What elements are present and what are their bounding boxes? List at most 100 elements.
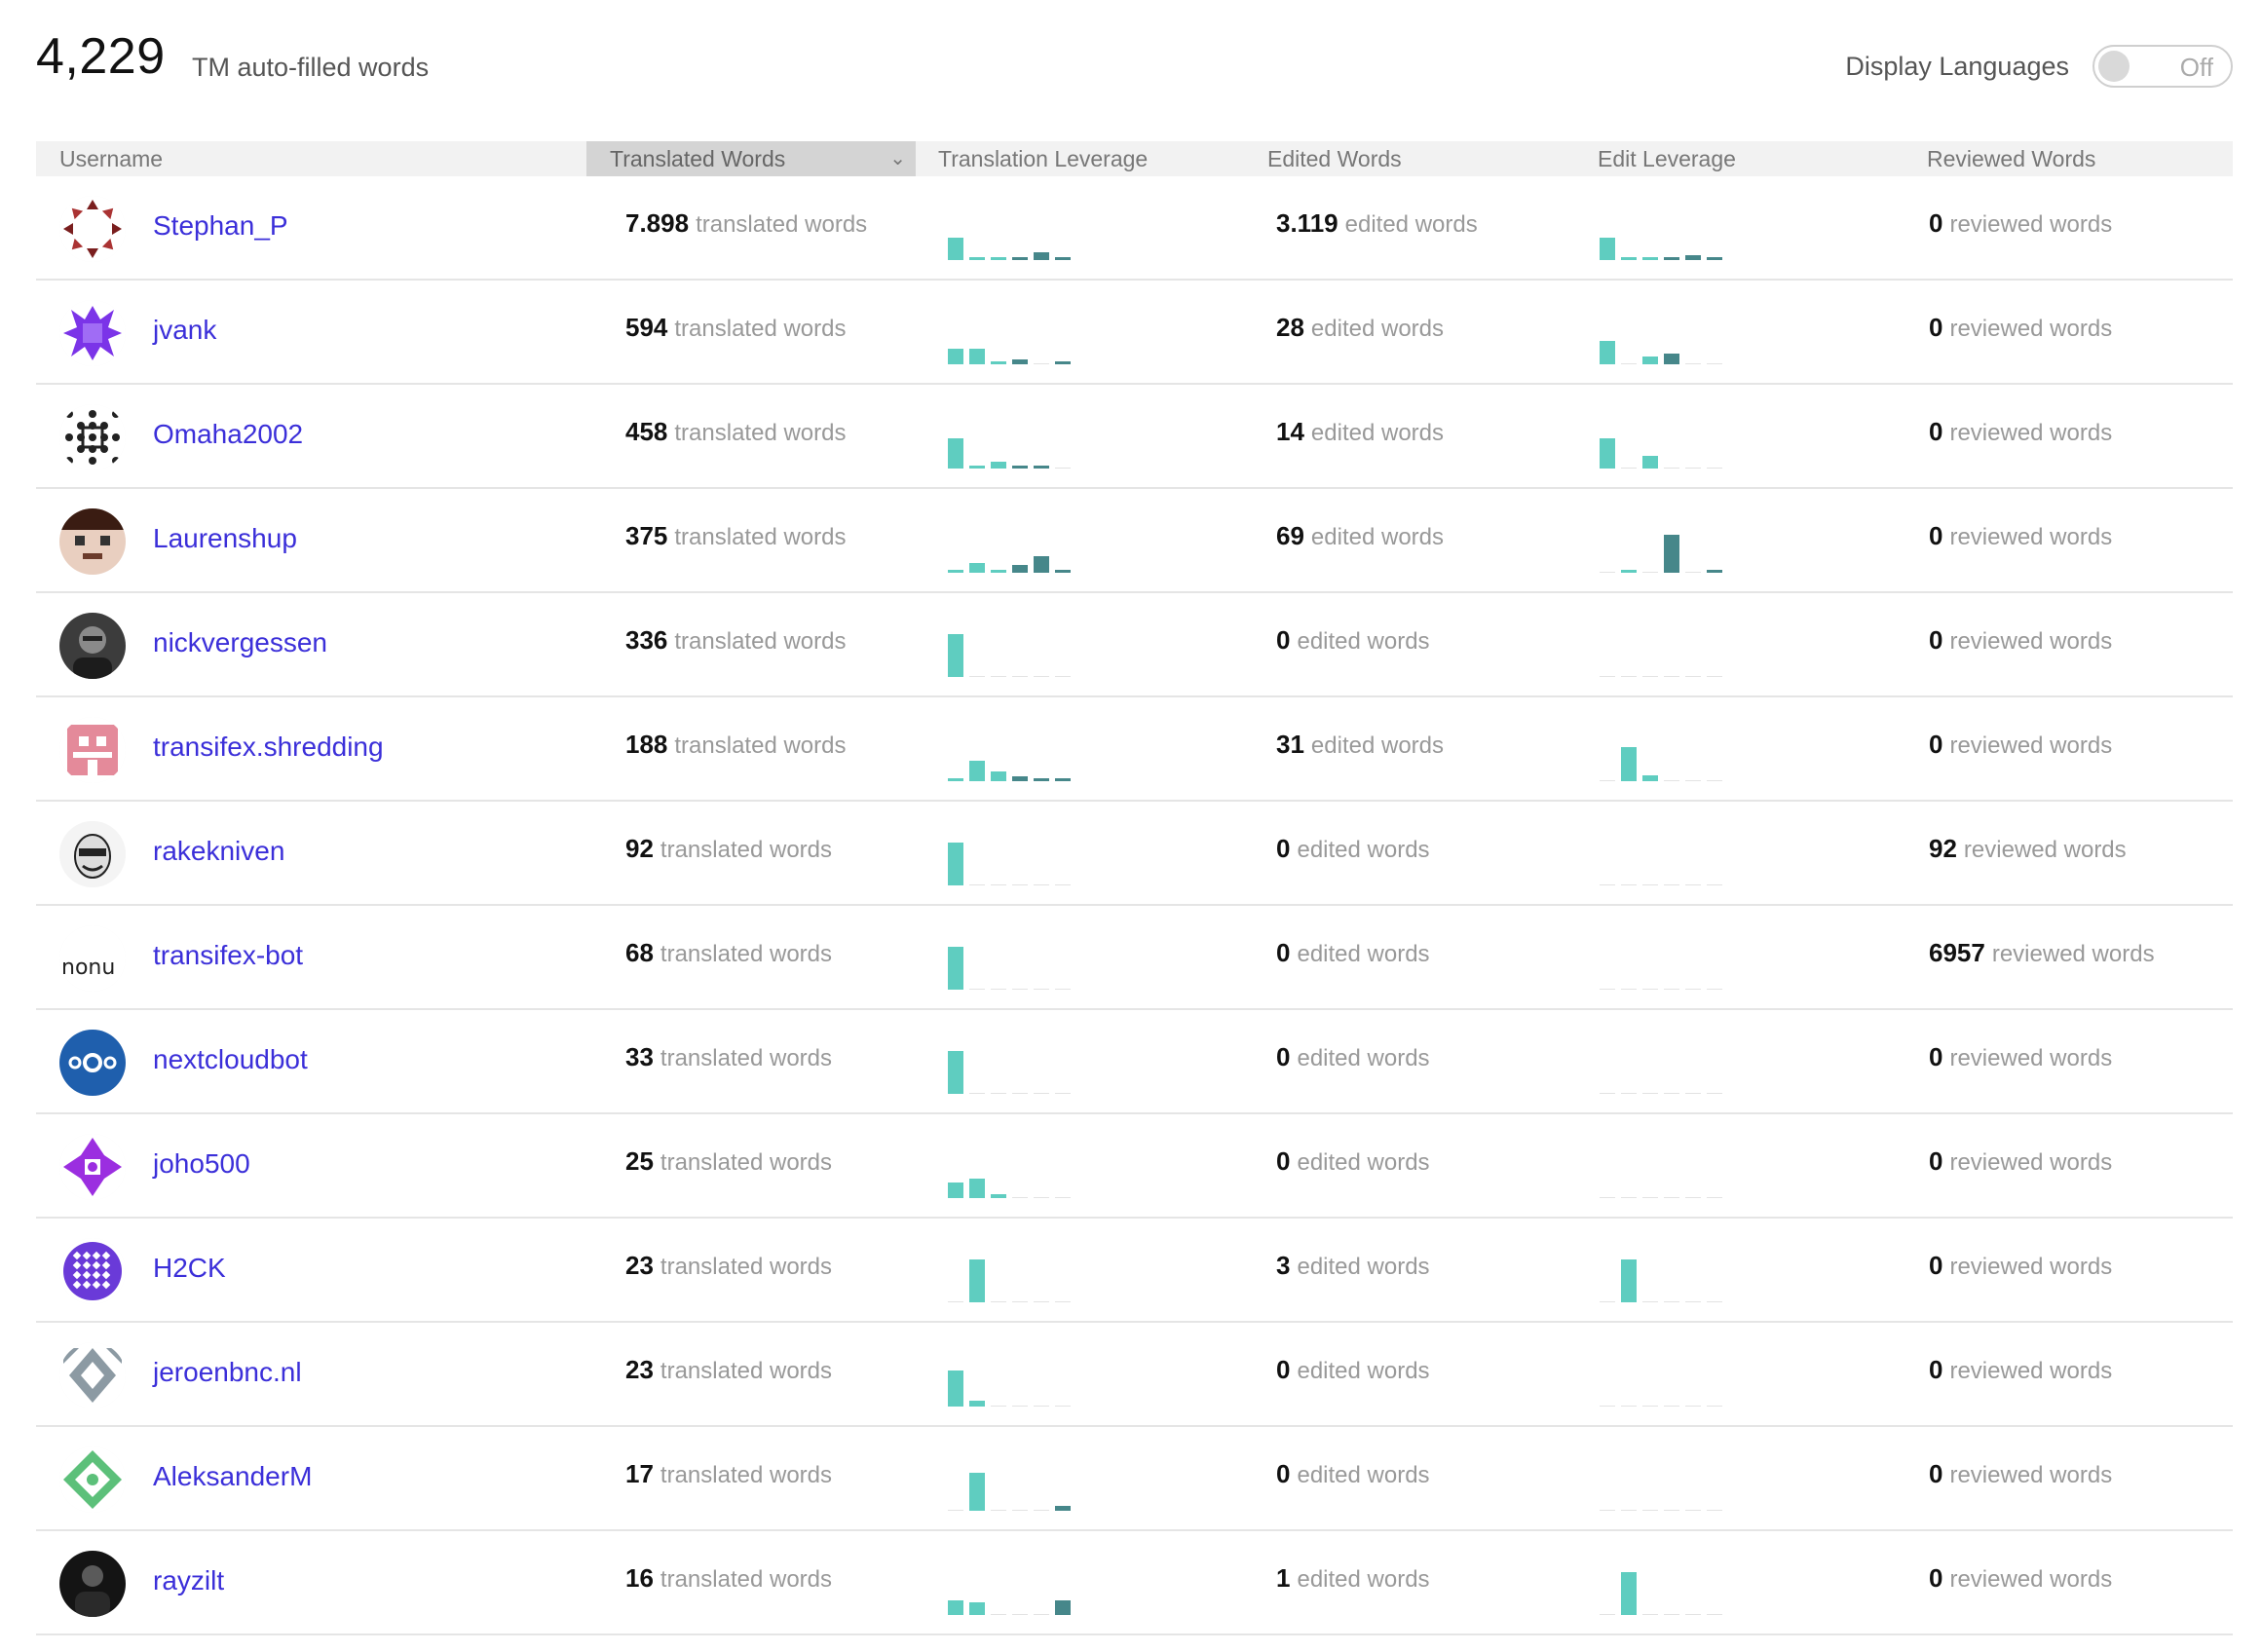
leverage-baseline <box>991 1614 1006 1615</box>
username-link[interactable]: jvank <box>153 315 216 346</box>
column-header-translation-leverage[interactable]: Translation Leverage <box>938 141 1148 176</box>
translated-unit: translated words <box>660 941 833 967</box>
avatar[interactable] <box>59 821 126 887</box>
reviewed-unit: reviewed words <box>1949 1149 2113 1176</box>
username-link[interactable]: joho500 <box>153 1148 250 1180</box>
leverage-baseline <box>1034 1197 1049 1198</box>
username-link[interactable]: transifex-bot <box>153 940 303 971</box>
username-link[interactable]: nextcloudbot <box>153 1044 308 1075</box>
username-link[interactable]: nickvergessen <box>153 627 327 658</box>
display-languages-toggle[interactable]: Off <box>2092 45 2233 88</box>
username-link[interactable]: transifex.shredding <box>153 732 384 763</box>
leverage-baseline <box>1664 468 1679 469</box>
leverage-baseline <box>1664 1510 1679 1511</box>
edited-count: 69 <box>1276 521 1304 550</box>
table-row: rayzilt 16 translated words 1 edited words 0 r… <box>36 1531 2233 1635</box>
contributors-table: Username Translated Words ⌄ Translation … <box>36 141 2233 1635</box>
username-link[interactable]: AleksanderM <box>153 1461 312 1492</box>
translated-count: 17 <box>625 1459 654 1488</box>
translated-unit: translated words <box>674 420 847 446</box>
column-header-translated-words[interactable]: Translated Words ⌄ <box>586 141 916 176</box>
leverage-baseline <box>1600 676 1615 677</box>
leverage-baseline <box>969 1093 985 1094</box>
leverage-bar <box>1600 341 1615 364</box>
avatar[interactable] <box>59 404 126 470</box>
translated-count: 92 <box>625 834 654 863</box>
avatar[interactable] <box>59 1134 126 1200</box>
leverage-baseline <box>1055 989 1071 990</box>
leverage-baseline <box>1012 1197 1028 1198</box>
leverage-baseline <box>1685 1093 1701 1094</box>
translated-words-cell: 25 translated words <box>625 1146 832 1177</box>
translated-unit: translated words <box>660 1254 833 1280</box>
leverage-baseline <box>1012 676 1028 677</box>
edited-words-cell: 0 edited words <box>1276 834 1430 864</box>
leverage-bar <box>1012 565 1028 573</box>
leverage-bar <box>969 761 985 781</box>
username-link[interactable]: H2CK <box>153 1253 226 1284</box>
leverage-baseline <box>1642 1510 1658 1511</box>
leverage-baseline <box>1034 363 1049 364</box>
tm-autofilled-count: 4,229 <box>36 28 166 85</box>
leverage-bar <box>1055 1600 1071 1615</box>
leverage-baseline <box>1685 1406 1701 1407</box>
translated-unit: translated words <box>660 1462 833 1488</box>
avatar[interactable] <box>59 717 126 783</box>
leverage-bar <box>1012 776 1028 781</box>
avatar[interactable] <box>59 1342 126 1408</box>
avatar[interactable] <box>59 508 126 575</box>
leverage-baseline <box>1012 1301 1028 1302</box>
username-link[interactable]: jeroenbnc.nl <box>153 1357 302 1388</box>
avatar[interactable] <box>59 1446 126 1513</box>
leverage-baseline <box>1600 1510 1615 1511</box>
edited-count: 3 <box>1276 1251 1291 1280</box>
leverage-bar <box>948 1600 963 1615</box>
avatar[interactable] <box>59 1238 126 1304</box>
column-header-edit-leverage[interactable]: Edit Leverage <box>1598 141 1736 176</box>
edited-unit: edited words <box>1297 1358 1430 1384</box>
reviewed-count: 0 <box>1929 1563 1943 1593</box>
leverage-baseline <box>1664 1614 1679 1615</box>
reviewed-words-cell: 0 reviewed words <box>1929 1563 2112 1594</box>
column-header-reviewed-words[interactable]: Reviewed Words <box>1927 141 2095 176</box>
table-row: nextcloudbot 33 translated words 0 edited wo… <box>36 1010 2233 1114</box>
column-header-edited-words[interactable]: Edited Words <box>1267 141 1402 176</box>
avatar[interactable] <box>59 300 126 366</box>
leverage-baseline <box>969 884 985 885</box>
reviewed-count: 0 <box>1929 1355 1943 1384</box>
username-link[interactable]: Stephan_P <box>153 210 288 242</box>
avatar[interactable] <box>59 613 126 679</box>
table-row: nonu transifex-bot 68 translated words 0 edit… <box>36 906 2233 1010</box>
username-link[interactable]: Laurenshup <box>153 523 297 554</box>
summary-header: 4,229 TM auto-filled words Display Langu… <box>36 27 2233 115</box>
avatar[interactable] <box>59 1551 126 1617</box>
leverage-baseline <box>1055 884 1071 885</box>
leverage-bar <box>969 1259 985 1302</box>
table-row: Omaha2002 458 translated words 14 edited wor… <box>36 385 2233 489</box>
username-link[interactable]: rakekniven <box>153 836 284 867</box>
leverage-baseline <box>1055 676 1071 677</box>
avatar[interactable] <box>59 196 126 262</box>
leverage-bar <box>1055 570 1071 573</box>
reviewed-count: 0 <box>1929 1146 1943 1176</box>
username-link[interactable]: Omaha2002 <box>153 419 303 450</box>
leverage-bar <box>1707 257 1722 260</box>
reviewed-count: 0 <box>1929 208 1943 238</box>
avatar[interactable]: nonu <box>59 925 126 992</box>
username-link[interactable]: rayzilt <box>153 1565 224 1596</box>
table-row: transifex.shredding 188 translated words 31… <box>36 697 2233 802</box>
translated-unit: translated words <box>674 732 847 759</box>
edited-count: 0 <box>1276 1146 1291 1176</box>
leverage-bar <box>1034 556 1049 573</box>
leverage-bar <box>1055 257 1071 260</box>
translated-words-cell: 92 translated words <box>625 834 832 864</box>
reviewed-unit: reviewed words <box>1949 211 2113 238</box>
reviewed-count: 0 <box>1929 1459 1943 1488</box>
leverage-baseline <box>1012 1406 1028 1407</box>
leverage-baseline <box>1685 363 1701 364</box>
column-header-username[interactable]: Username <box>59 141 163 176</box>
leverage-bar <box>1055 778 1071 781</box>
avatar[interactable] <box>59 1030 126 1096</box>
reviewed-unit: reviewed words <box>1949 1045 2113 1071</box>
leverage-baseline <box>1600 1301 1615 1302</box>
